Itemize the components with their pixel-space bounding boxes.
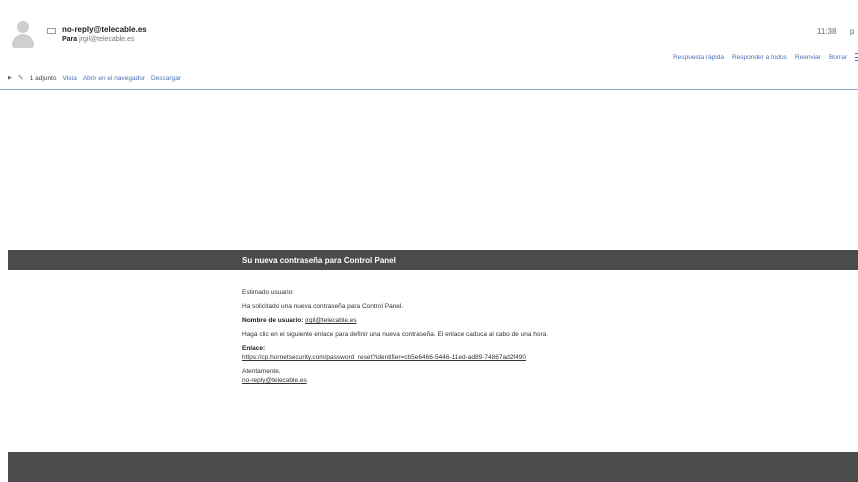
- sender-avatar: [10, 20, 36, 48]
- username-line: Nombre de usuario: jrgil@telecable.es: [242, 316, 642, 325]
- quick-reply-button[interactable]: Respuesta rápida: [673, 54, 724, 61]
- signature-link[interactable]: no-reply@telecable.es: [242, 377, 307, 384]
- instructions: Haga clic en el siguiente enlace para de…: [242, 331, 549, 338]
- link-block: Enlace: https://cp.hornetsecurity.com/pa…: [242, 344, 642, 362]
- email-footer-bar: [8, 452, 858, 482]
- sender-address[interactable]: no-reply@telecable.es: [62, 25, 147, 34]
- view-link[interactable]: Vista: [62, 75, 76, 82]
- time-suffix: p: [850, 27, 855, 36]
- envelope-icon: [47, 28, 56, 34]
- to-label: Para: [62, 36, 78, 43]
- reply-all-button[interactable]: Responder a todos: [732, 54, 787, 61]
- expand-triangle-icon[interactable]: ▶: [8, 75, 12, 81]
- message-time: 11:38: [817, 27, 837, 36]
- link-label: Enlace:: [242, 345, 266, 352]
- paperclip-icon: ✎: [17, 75, 24, 82]
- attachments-bar: ▶ ✎ 1 adjunto Vista Abrir en el navegado…: [8, 74, 181, 83]
- recipient-address[interactable]: jrgil@telecable.es: [79, 36, 134, 43]
- download-link[interactable]: Descargar: [151, 75, 181, 82]
- email-banner: [8, 250, 858, 270]
- username-link[interactable]: jrgil@telecable.es: [305, 317, 356, 324]
- recipient-line: Para jrgil@telecable.es: [62, 36, 135, 43]
- intro-line: Ha solicitado una nueva contraseña para …: [242, 303, 404, 310]
- username-label: Nombre de usuario:: [242, 317, 304, 324]
- password-reset-link[interactable]: https://cp.hornetsecurity.com/password_r…: [242, 354, 526, 361]
- email-title: Su nueva contraseña para Control Panel: [242, 256, 396, 265]
- attachment-count[interactable]: 1 adjunto: [30, 75, 57, 82]
- open-in-browser-link[interactable]: Abrir en el navegador: [83, 75, 145, 82]
- message-actions: Respuesta rápida Responder a todos Reenv…: [673, 53, 858, 61]
- email-content: Estimado usuario: Ha solicitado una nuev…: [242, 288, 642, 390]
- delete-button[interactable]: Borrar: [829, 54, 847, 61]
- header-divider: [0, 89, 858, 90]
- greeting: Estimado usuario:: [242, 289, 295, 296]
- closing-block: Atentamente, no-reply@telecable.es: [242, 367, 642, 385]
- forward-button[interactable]: Reenviar: [795, 54, 821, 61]
- closing: Atentamente,: [242, 368, 281, 375]
